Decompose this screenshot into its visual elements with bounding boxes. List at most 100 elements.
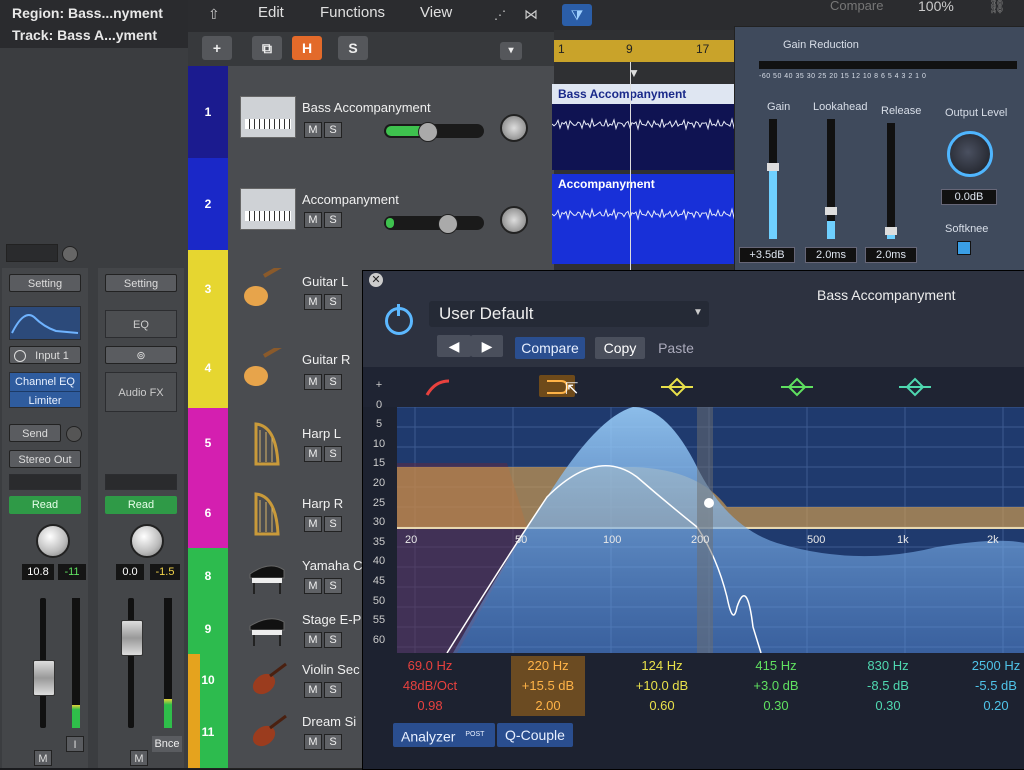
track-name[interactable]: Guitar L	[302, 274, 348, 289]
lookahead-value[interactable]: 2.0ms	[805, 247, 857, 263]
track-name[interactable]: Dream Si	[302, 714, 356, 729]
add-track-button[interactable]: +	[202, 36, 232, 60]
track-name[interactable]: Harp L	[302, 426, 341, 441]
strip2-volume-value[interactable]: 0.0	[116, 564, 144, 580]
strip2-audio-fx-slot[interactable]: Audio FX	[105, 372, 177, 412]
strip2-automation-read[interactable]: Read	[105, 496, 177, 514]
solo-global-button[interactable]: S	[338, 36, 368, 60]
copy-button[interactable]: Copy	[595, 337, 645, 359]
track-mute-button[interactable]: M	[304, 446, 322, 462]
band-p2[interactable]: +3.0 dB	[731, 676, 821, 696]
band-q[interactable]: 2.00	[511, 696, 585, 716]
track-mute-button[interactable]: M	[304, 374, 322, 390]
band-freq[interactable]: 124 Hz	[617, 656, 707, 676]
strip2-mute-button[interactable]: M	[130, 750, 148, 766]
track-mute-button[interactable]: M	[304, 516, 322, 532]
band-p2[interactable]: -5.5 dB	[951, 676, 1024, 696]
zoom-level[interactable]: 100%	[918, 0, 954, 14]
track-name[interactable]: Violin Sec	[302, 662, 360, 677]
output-level-value[interactable]: 0.0dB	[941, 189, 997, 205]
track-solo-button[interactable]: S	[324, 632, 342, 648]
track-name[interactable]: Guitar R	[302, 352, 350, 367]
track-solo-button[interactable]: S	[324, 212, 342, 228]
up-arrow-icon[interactable]: ⇧	[208, 6, 222, 22]
gain-value[interactable]: +3.5dB	[739, 247, 795, 263]
track-mute-button[interactable]: M	[304, 578, 322, 594]
catch-filter-icon[interactable]: ⧩	[562, 4, 592, 26]
hide-button[interactable]: H	[292, 36, 322, 60]
strip1-mute-button[interactable]: M	[34, 750, 52, 766]
band-q[interactable]: 0.98	[385, 696, 475, 716]
strip1-eq-thumbnail[interactable]	[9, 306, 81, 340]
close-icon[interactable]: ✕	[369, 273, 383, 287]
insert-channel-eq[interactable]: Channel EQ	[10, 373, 80, 392]
insert-limiter[interactable]: Limiter	[10, 392, 80, 410]
track-row[interactable]: 1 Bass Accompanyment M S	[188, 66, 554, 159]
band-p2[interactable]: -8.5 dB	[843, 676, 933, 696]
flex-bowtie-icon[interactable]: ⋈	[524, 6, 538, 23]
strip1-output-slot[interactable]: Stereo Out	[9, 450, 81, 468]
q-couple-button[interactable]: Q-Couple	[497, 723, 573, 747]
track-mute-button[interactable]: M	[304, 682, 322, 698]
band-freq[interactable]: 415 Hz	[731, 656, 821, 676]
band-freq[interactable]: 220 Hz	[511, 656, 585, 676]
compare-header[interactable]: Compare	[830, 0, 883, 13]
band-q[interactable]: 0.60	[617, 696, 707, 716]
strip1-volume-value[interactable]: 10.8	[22, 564, 54, 580]
track-mute-button[interactable]: M	[304, 294, 322, 310]
band-q[interactable]: 0.30	[843, 696, 933, 716]
track-pan-knob[interactable]	[500, 114, 528, 142]
preset-menu[interactable]: User Default ▼	[429, 301, 709, 327]
track-pan-knob[interactable]	[500, 206, 528, 234]
strip1-fader-cap[interactable]	[33, 660, 55, 696]
band-3-readout[interactable]: 124 Hz +10.0 dB 0.60	[617, 656, 707, 716]
duplicate-track-icon[interactable]: ⧉	[252, 36, 282, 60]
track-volume-slider[interactable]	[384, 122, 484, 142]
previous-preset-button[interactable]: ◀	[437, 335, 471, 357]
track-solo-button[interactable]: S	[324, 578, 342, 594]
band-p2[interactable]: +10.0 dB	[617, 676, 707, 696]
output-level-knob[interactable]	[947, 131, 993, 177]
gain-slider[interactable]	[767, 119, 779, 239]
track-solo-button[interactable]: S	[324, 446, 342, 462]
menu-edit[interactable]: Edit	[258, 4, 284, 21]
band-q[interactable]: 0.30	[731, 696, 821, 716]
next-preset-button[interactable]: ▶	[471, 335, 503, 357]
band-6-readout[interactable]: 2500 Hz -5.5 dB 0.20	[951, 656, 1024, 716]
paste-button[interactable]: Paste	[651, 337, 701, 359]
region-bass-accompanyment[interactable]: Bass Accompanyment	[551, 84, 741, 170]
band-freq[interactable]: 69.0 Hz	[385, 656, 475, 676]
strip1-input-slot[interactable]: Input 1	[9, 346, 81, 364]
track-solo-button[interactable]: S	[324, 374, 342, 390]
track-name[interactable]: Stage E-P	[302, 612, 361, 627]
track-mute-button[interactable]: M	[304, 632, 322, 648]
strip1-group-slot[interactable]	[9, 474, 81, 490]
strip1-send-slot[interactable]: Send	[9, 424, 61, 442]
track-inspector-line[interactable]: Track: Bass A...yment	[0, 22, 188, 48]
strip-header-dot[interactable]	[62, 246, 78, 262]
strip2-setting-button[interactable]: Setting	[105, 274, 177, 292]
menu-view[interactable]: View	[420, 4, 452, 21]
power-icon[interactable]	[385, 304, 413, 335]
strip2-fader-cap[interactable]	[121, 620, 143, 656]
track-volume-slider[interactable]	[384, 214, 484, 234]
lookahead-slider[interactable]	[825, 119, 837, 239]
strip1-automation-read[interactable]: Read	[9, 496, 81, 514]
strip2-group-slot[interactable]	[105, 474, 177, 490]
track-mute-button[interactable]: M	[304, 212, 322, 228]
track-solo-button[interactable]: S	[324, 516, 342, 532]
compare-button[interactable]: Compare	[515, 337, 585, 359]
strip1-setting-button[interactable]: Setting	[9, 274, 81, 292]
track-mute-button[interactable]: M	[304, 122, 322, 138]
strip2-eq-slot[interactable]: EQ	[105, 310, 177, 338]
softknee-checkbox[interactable]	[957, 241, 971, 255]
region-accompanyment[interactable]: Accompanyment	[551, 174, 741, 264]
track-solo-button[interactable]: S	[324, 682, 342, 698]
strip1-input-monitor[interactable]: I	[66, 736, 84, 752]
band-4-readout[interactable]: 415 Hz +3.0 dB 0.30	[731, 656, 821, 716]
band-p2[interactable]: 48dB/Oct	[385, 676, 475, 696]
track-name[interactable]: Yamaha C	[302, 558, 362, 573]
strip2-pan-knob[interactable]	[130, 524, 164, 558]
band-1-readout[interactable]: 69.0 Hz 48dB/Oct 0.98	[385, 656, 475, 716]
track-row[interactable]: 2 Accompanyment M S	[188, 158, 554, 251]
